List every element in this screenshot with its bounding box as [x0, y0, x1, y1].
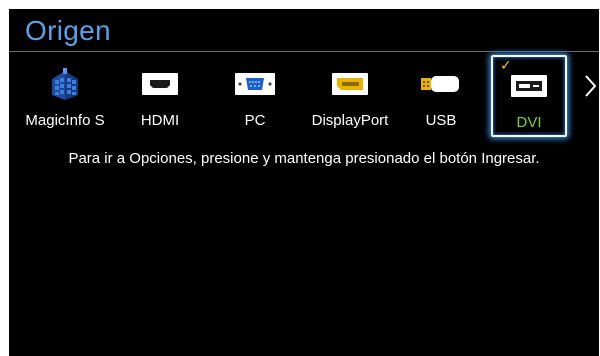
chevron-right-icon[interactable]: [582, 73, 598, 99]
vga-port-icon: [235, 73, 275, 95]
source-label-displayport: DisplayPort: [311, 112, 389, 129]
source-label-pc: PC: [244, 112, 266, 129]
title-divider: [9, 51, 599, 52]
source-menu-screen: Origen MagicInfo S HDMI PC DisplayPort U…: [9, 9, 599, 356]
magicinfo-icon: [52, 68, 78, 100]
source-item-magicinfo[interactable]: MagicInfo S: [25, 55, 105, 137]
source-item-pc[interactable]: PC: [217, 55, 293, 137]
source-label-usb: USB: [425, 112, 457, 129]
dvi-port-icon: [511, 75, 547, 97]
hdmi-port-icon: [142, 73, 178, 95]
source-label-hdmi: HDMI: [140, 112, 180, 129]
options-hint-text: Para ir a Opciones, presione y mantenga …: [68, 150, 540, 167]
source-item-usb[interactable]: USB: [403, 55, 479, 137]
source-item-displayport[interactable]: DisplayPort: [312, 55, 388, 137]
displayport-icon: [332, 73, 368, 95]
source-item-dvi[interactable]: ✓ DVI: [491, 55, 567, 137]
page-title: Origen: [25, 15, 111, 46]
source-label-dvi: DVI: [516, 114, 542, 131]
usb-icon: [421, 76, 459, 92]
source-item-hdmi[interactable]: HDMI: [122, 55, 198, 137]
source-label-magicinfo: MagicInfo S: [25, 112, 105, 129]
